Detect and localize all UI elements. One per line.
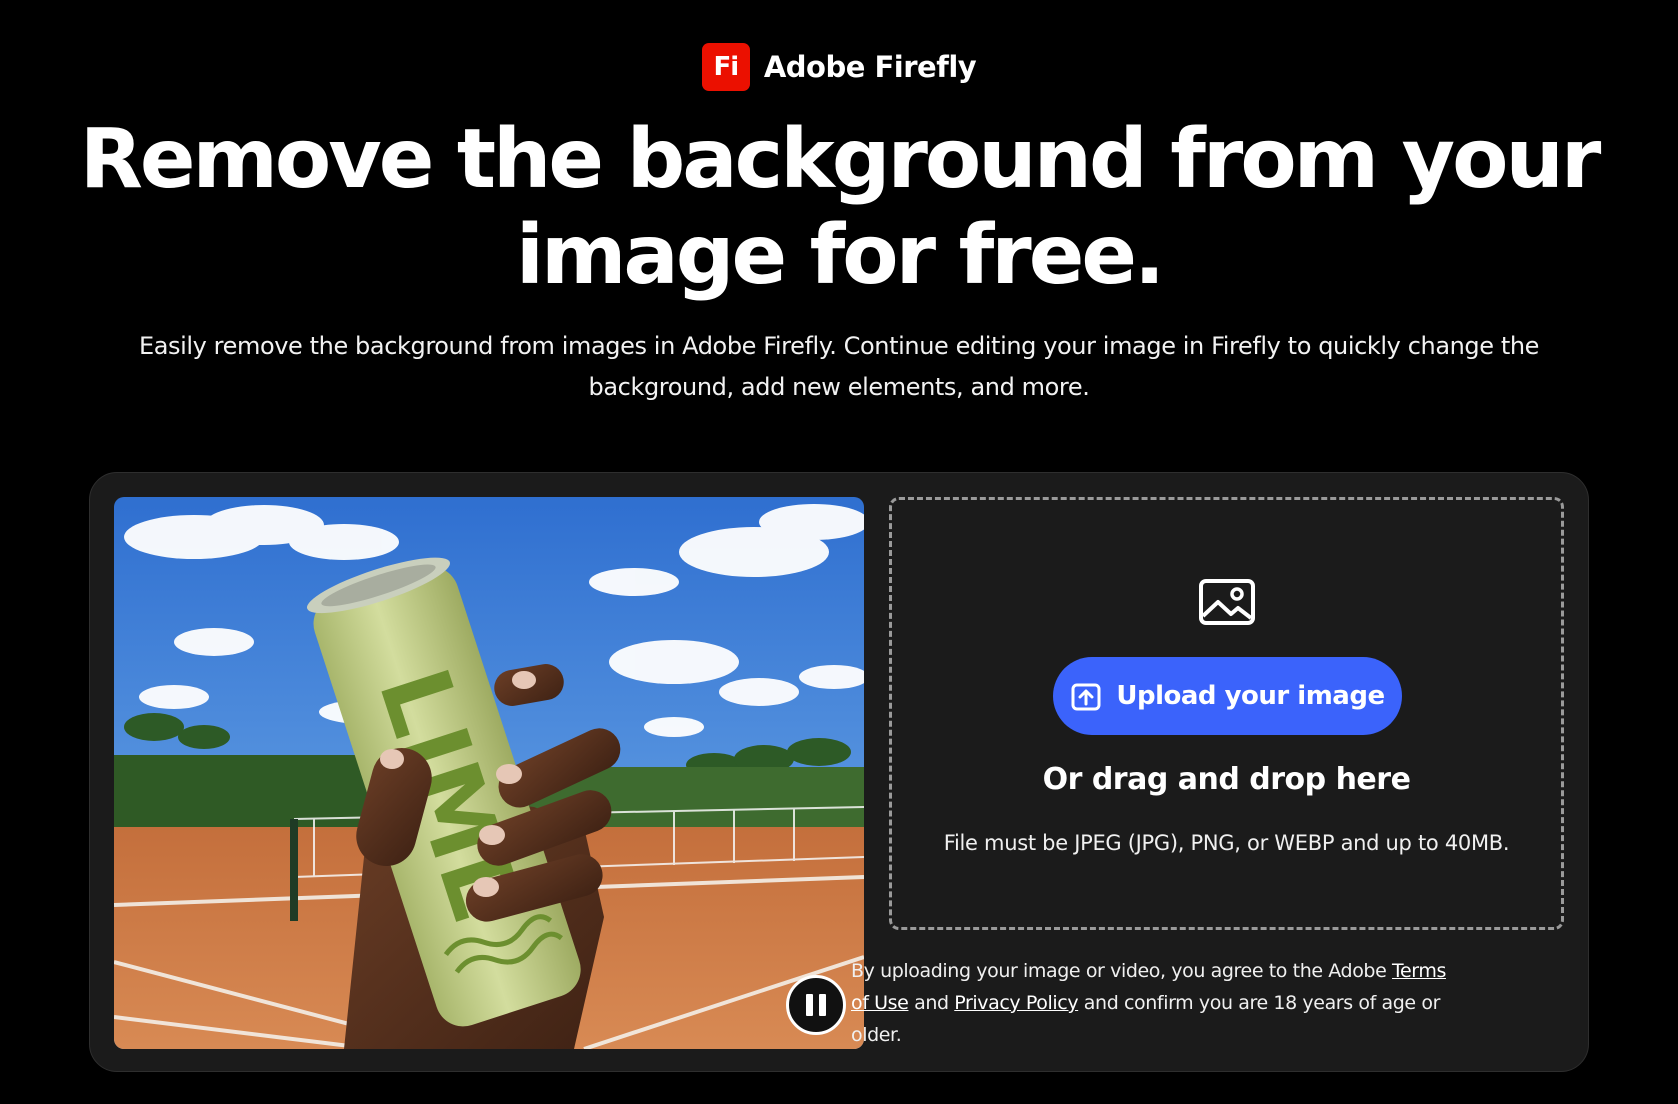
- upload-button-label: Upload your image: [1116, 681, 1385, 711]
- upload-icon: [1071, 683, 1101, 711]
- headline-line-1: Remove the background from your: [79, 112, 1602, 207]
- drop-zone[interactable]: Upload your image Or drag and drop here …: [889, 497, 1564, 930]
- brand-name[interactable]: Adobe Firefly: [764, 50, 977, 84]
- brand-header: Fi Adobe Firefly: [0, 43, 1678, 91]
- page-title: Remove the background from your image fo…: [0, 112, 1678, 304]
- image-icon: [1198, 579, 1255, 625]
- pause-icon: [806, 994, 826, 1016]
- legal-disclaimer: By uploading your image or video, you ag…: [851, 955, 1451, 1051]
- sample-image: LIME: [114, 497, 864, 1049]
- headline-line-2: image for free.: [515, 208, 1165, 303]
- privacy-policy-link[interactable]: Privacy Policy: [954, 992, 1078, 1014]
- legal-text-middle: and: [908, 992, 955, 1014]
- upload-image-button[interactable]: Upload your image: [1053, 657, 1402, 735]
- drag-drop-text: Or drag and drop here: [1042, 762, 1411, 797]
- page-subtitle: Easily remove the background from images…: [138, 332, 1540, 401]
- file-requirements-text: File must be JPEG (JPG), PNG, or WEBP an…: [943, 831, 1510, 855]
- sample-preview-video: LIME: [114, 497, 864, 1049]
- legal-text-before: By uploading your image or video, you ag…: [851, 960, 1393, 982]
- pause-button[interactable]: [786, 975, 846, 1035]
- firefly-logo-icon[interactable]: Fi: [701, 43, 750, 91]
- upload-card: LIME Upload your image Or drag and drop …: [89, 472, 1589, 1072]
